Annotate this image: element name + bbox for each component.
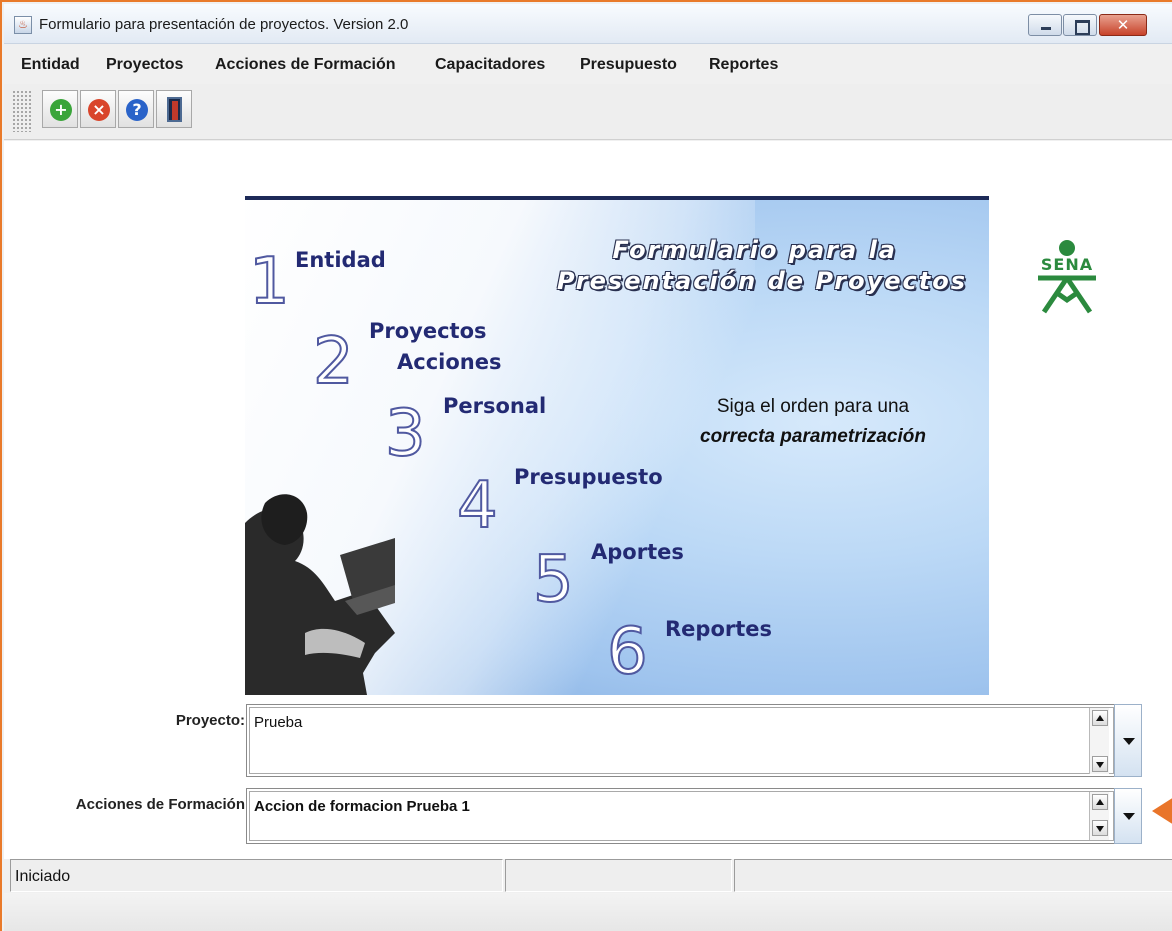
step-number-5: 5 (532, 543, 575, 617)
status-cell-main: Iniciado (10, 859, 503, 892)
step-label-personal: Personal (443, 394, 547, 418)
window-title: Formulario para presentación de proyecto… (39, 16, 409, 33)
step-label-proyectos: Proyectos (369, 319, 487, 343)
minimize-icon (1029, 15, 1061, 35)
banner-heading-line1: Formulario para la (612, 236, 897, 264)
exit-button[interactable] (156, 90, 192, 128)
pointer-arrow-icon (1152, 797, 1172, 825)
add-button[interactable]: + (42, 90, 78, 128)
toolbar: + × ? (4, 84, 1172, 140)
scroll-down-icon[interactable] (1092, 820, 1108, 836)
maximize-icon (1064, 15, 1096, 35)
step-number-4: 4 (456, 469, 499, 543)
step-number-2: 2 (312, 325, 355, 399)
step-label-presupuesto: Presupuesto (514, 465, 663, 489)
java-icon: ♨ (14, 16, 32, 34)
step-number-3: 3 (384, 397, 427, 471)
menu-acciones-de-formacion[interactable]: Acciones de Formación (215, 56, 396, 74)
scroll-down-icon[interactable] (1092, 756, 1108, 772)
sena-logo: SENA (1038, 240, 1096, 314)
exit-door-icon (167, 97, 182, 122)
status-bar: Iniciado (4, 859, 1172, 931)
application-window: ♨ Formulario para presentación de proyec… (0, 0, 1172, 931)
proyecto-label: Proyecto: (175, 712, 245, 729)
plus-icon: + (50, 99, 72, 121)
close-icon: ✕ (1116, 16, 1130, 34)
person-with-laptop-image (245, 494, 395, 695)
proyecto-dropdown-button[interactable] (1114, 704, 1142, 777)
menu-reportes[interactable]: Reportes (709, 56, 778, 74)
remove-icon: × (88, 99, 110, 121)
step-number-1: 1 (248, 245, 291, 319)
help-button[interactable]: ? (118, 90, 154, 128)
help-icon: ? (126, 99, 148, 121)
status-text: Iniciado (15, 868, 71, 885)
minimize-button[interactable] (1028, 14, 1062, 36)
step-number-6: 6 (606, 615, 649, 689)
menu-proyectos[interactable]: Proyectos (106, 56, 183, 74)
step-label-reportes: Reportes (665, 617, 773, 641)
scroll-up-icon[interactable] (1092, 710, 1108, 726)
status-cell-secondary (505, 859, 732, 892)
proyecto-scrollbar[interactable] (1089, 708, 1109, 774)
scroll-up-icon[interactable] (1092, 794, 1108, 810)
delete-button[interactable]: × (80, 90, 116, 128)
welcome-banner: Formulario para la Presentación de Proye… (245, 196, 989, 695)
acciones-dropdown-button[interactable] (1114, 788, 1142, 844)
banner-hint-line1: Siga el orden para una (716, 396, 910, 417)
acciones-scrollbar[interactable] (1089, 792, 1109, 840)
title-bar: ♨ Formulario para presentación de proyec… (4, 4, 1172, 44)
close-button[interactable]: ✕ (1099, 14, 1147, 36)
banner-hint-line2: correcta parametrización (700, 426, 926, 447)
menu-presupuesto[interactable]: Presupuesto (580, 56, 677, 74)
proyecto-value: Prueba (254, 714, 303, 731)
acciones-label: Acciones de Formación (75, 796, 245, 813)
menu-entidad[interactable]: Entidad (21, 56, 80, 74)
status-cell-tertiary (734, 859, 1172, 892)
svg-text:SENA: SENA (1041, 255, 1093, 274)
menu-capacitadores[interactable]: Capacitadores (435, 56, 545, 74)
banner-heading-line2: Presentación de Proyectos (556, 267, 967, 295)
menu-bar: Entidad Proyectos Acciones de Formación … (4, 44, 1172, 84)
acciones-field[interactable]: Accion de formacion Prueba 1 (246, 788, 1117, 844)
maximize-button[interactable] (1063, 14, 1097, 36)
step-label-entidad: Entidad (295, 248, 386, 272)
proyecto-field[interactable]: Prueba (246, 704, 1117, 777)
step-label-aportes: Aportes (591, 540, 684, 564)
toolbar-grip[interactable] (12, 90, 32, 132)
step-label-acciones: Acciones (397, 350, 502, 374)
acciones-value: Accion de formacion Prueba 1 (254, 798, 470, 815)
